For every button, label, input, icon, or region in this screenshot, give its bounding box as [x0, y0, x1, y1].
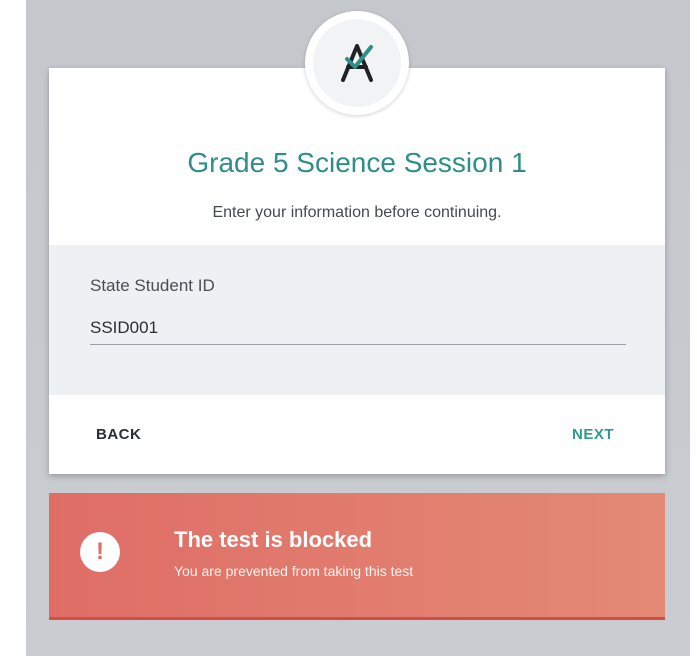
next-button[interactable]: NEXT — [572, 424, 614, 446]
exclamation-icon: ! — [80, 532, 120, 572]
alert-message: You are prevented from taking this test — [174, 563, 414, 579]
page-subtitle: Enter your information before continuing… — [212, 204, 502, 221]
alert-title: The test is blocked — [174, 527, 373, 552]
logo-badge: A — [313, 19, 401, 107]
check-slash-logo-icon: A — [341, 44, 373, 86]
page-title: Grade 5 Science Session 1 — [187, 147, 527, 178]
student-id-label: State Student ID — [90, 276, 215, 295]
app-logo: A — [305, 11, 409, 115]
svg-text:A: A — [357, 83, 358, 86]
blocked-alert — [49, 493, 665, 620]
back-button[interactable]: BACK — [96, 424, 141, 446]
student-id-input[interactable] — [90, 312, 626, 345]
